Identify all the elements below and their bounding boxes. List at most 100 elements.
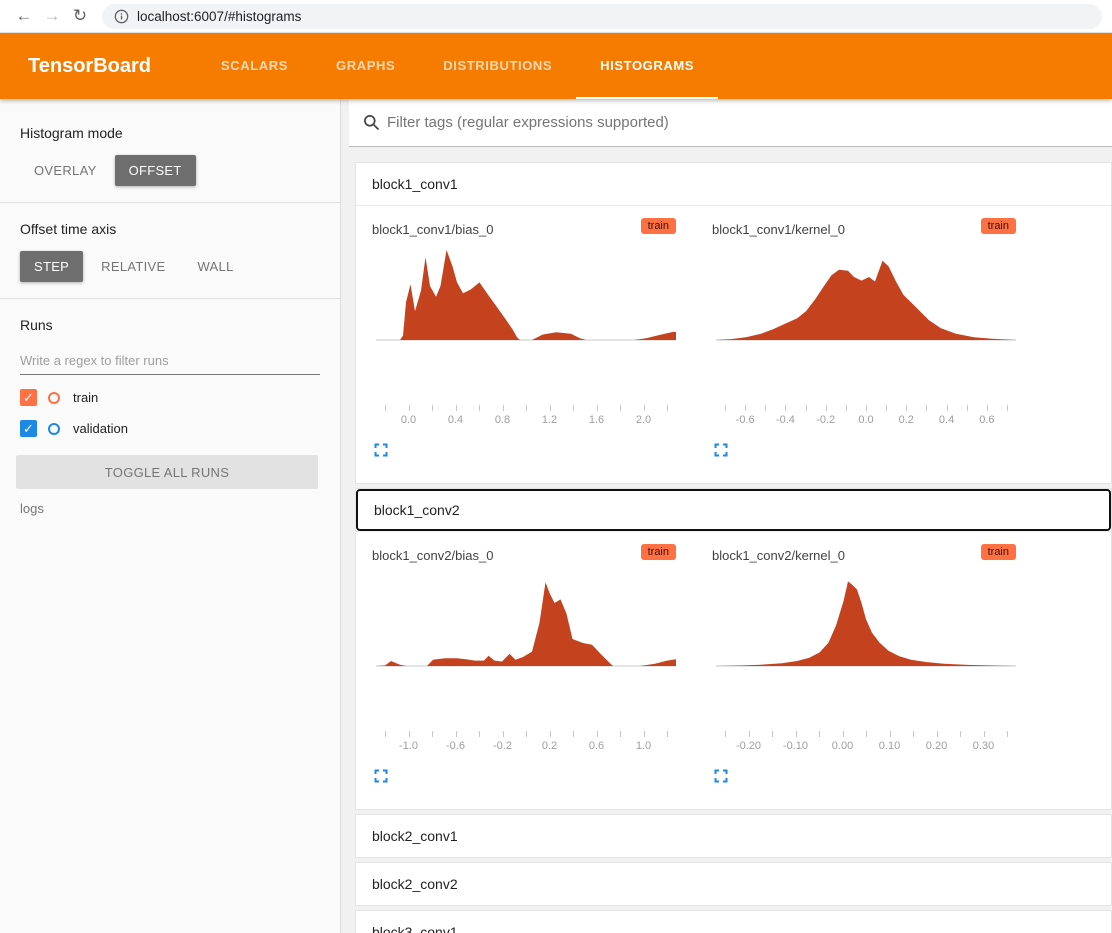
axis-tick: [573, 731, 574, 737]
page-info-icon[interactable]: [114, 9, 129, 24]
tab-histograms[interactable]: HISTOGRAMS: [576, 33, 719, 99]
url-text: localhost:6007/#histograms: [137, 8, 302, 24]
histogram-tile: block1_conv2/bias_0 train -1.0 -0.6 -0.2 0.2 0…: [356, 542, 696, 785]
axis-tick: [725, 405, 726, 411]
run-name-label: train: [73, 390, 99, 405]
tab-distributions[interactable]: DISTRIBUTIONS: [419, 33, 576, 99]
axis-tick: [866, 731, 867, 737]
axis-tick: [725, 731, 726, 737]
axis-tick: [946, 405, 948, 411]
runs-label: Runs: [20, 317, 53, 333]
axis-tick: [960, 731, 961, 737]
tag-filter-input[interactable]: [387, 114, 1112, 131]
chart-x-axis: -0.20 -0.10 0.00 0.10 0.20 0.30: [716, 731, 1016, 761]
address-bar[interactable]: localhost:6007/#histograms: [102, 3, 1102, 29]
axis-tick-label: 1.0: [635, 740, 652, 752]
run-checkbox-validation[interactable]: ✓: [20, 420, 37, 437]
tile-title: block1_conv2/bias_0: [372, 548, 494, 563]
run-badge: train: [980, 218, 1016, 234]
histogram-chart[interactable]: [716, 571, 1016, 667]
axis-tick: [573, 405, 574, 411]
axis-tick: [886, 405, 888, 411]
expand-chart-button[interactable]: [712, 441, 730, 459]
histogram-chart[interactable]: [376, 571, 676, 667]
axis-tick-label: -0.2: [816, 414, 836, 426]
check-icon: ✓: [23, 389, 34, 405]
axis-tick-label: -0.4: [775, 414, 795, 426]
offset-time-axis-option-wall[interactable]: WALL: [183, 251, 247, 282]
axis-tick-label: 0.6: [588, 740, 605, 752]
section-header-block3_conv1[interactable]: block3_conv1: [356, 911, 1111, 933]
run-color-circle-validation[interactable]: [48, 422, 60, 435]
axis-tick-label: 0.30: [972, 740, 995, 752]
axis-tick: [526, 405, 527, 411]
histogram-mode-option-offset[interactable]: OFFSET: [114, 155, 196, 186]
toggle-all-runs-button[interactable]: TOGGLE ALL RUNS: [16, 455, 318, 489]
axis-tick: [455, 731, 457, 737]
forward-icon[interactable]: →: [38, 6, 66, 26]
axis-tick: [983, 731, 985, 737]
run-badge: train: [980, 544, 1016, 560]
main-content: block1_conv1block1_conv1/bias_0train0.00…: [349, 99, 1112, 933]
axis-tick: [502, 405, 504, 411]
axis-tick: [596, 731, 598, 737]
tensorboard-logo: TensorBoard: [28, 54, 151, 77]
section-header-block2_conv2[interactable]: block2_conv2: [356, 863, 1111, 905]
histogram-chart[interactable]: [716, 245, 1016, 341]
axis-tick: [889, 731, 891, 737]
reload-icon[interactable]: ↻: [66, 6, 94, 26]
axis-tick: [432, 731, 433, 737]
axis-tick: [643, 731, 645, 737]
sidebar-scrollbar-gutter[interactable]: [341, 99, 349, 933]
chart-x-axis: 0.0 0.4 0.8 1.2 1.6 2.0: [376, 405, 676, 435]
axis-tick: [643, 405, 645, 411]
section-header-block2_conv1[interactable]: block2_conv1: [356, 815, 1111, 857]
axis-tick-label: 0.20: [925, 740, 948, 752]
search-icon: [364, 115, 380, 131]
axis-tick: [1007, 731, 1008, 737]
back-icon[interactable]: ←: [10, 6, 38, 26]
offset-time-axis-option-relative[interactable]: RELATIVE: [87, 251, 179, 282]
axis-tick-label: 0.00: [831, 740, 854, 752]
runs-section: Runs ✓ train ✓ validation TOGGLE ALL RUNS l…: [0, 299, 340, 532]
expand-chart-button[interactable]: [712, 767, 730, 785]
histogram-mode-option-overlay[interactable]: OVERLAY: [20, 155, 111, 186]
axis-tick: [795, 731, 797, 737]
axis-tick-label: 0.0: [400, 414, 417, 426]
axis-tick-label: -1.0: [399, 740, 418, 752]
axis-tick-label: -0.2: [493, 740, 512, 752]
fullscreen-icon: [374, 443, 388, 457]
axis-tick: [667, 405, 668, 411]
fullscreen-icon: [374, 769, 388, 783]
chart-x-axis: -0.6 -0.4 -0.2 0.0 0.2 0.4 0.6: [716, 405, 1016, 435]
section-body-block1_conv1: block1_conv1/bias_0 train 0.0 0.4 0.8 1.2 1.6 2…: [356, 205, 1111, 483]
runs-filter-input[interactable]: [20, 347, 320, 375]
axis-tick: [408, 731, 410, 737]
tile-header: block1_conv2/bias_0 train: [372, 544, 676, 563]
run-checkbox-train[interactable]: ✓: [20, 389, 37, 406]
axis-tick: [502, 731, 504, 737]
section-block1_conv2: block1_conv2 block1_conv2/bias_0 train -1.0…: [355, 488, 1112, 810]
section-header-block1_conv2[interactable]: block1_conv2: [356, 489, 1111, 531]
offset-time-axis-option-step[interactable]: STEP: [20, 251, 84, 282]
tile-title: block1_conv1/bias_0: [372, 222, 494, 237]
axis-tick: [1007, 405, 1008, 411]
tile-title: block1_conv1/kernel_0: [712, 222, 845, 237]
section-block1_conv1: block1_conv1 block1_conv1/bias_0 train 0.0 0…: [355, 162, 1112, 484]
axis-tick-label: 0.2: [541, 740, 558, 752]
axis-tick-label: -0.10: [782, 740, 809, 752]
histogram-chart[interactable]: [376, 245, 676, 341]
section-header-block1_conv1[interactable]: block1_conv1: [356, 163, 1111, 205]
tab-scalars[interactable]: SCALARS: [197, 33, 312, 99]
axis-tick-label: -0.20: [735, 740, 762, 752]
axis-tick-label: 2.0: [635, 414, 652, 426]
tag-filter-bar: [349, 99, 1112, 147]
fullscreen-icon: [714, 769, 728, 783]
expand-chart-button[interactable]: [372, 767, 390, 785]
axis-tick-label: 0.8: [494, 414, 511, 426]
expand-chart-button[interactable]: [372, 441, 390, 459]
fullscreen-icon: [714, 443, 728, 457]
tab-graphs[interactable]: GRAPHS: [312, 33, 419, 99]
tag-sections: block1_conv1 block1_conv1/bias_0 train 0.0 0…: [349, 147, 1112, 933]
run-color-circle-train[interactable]: [48, 391, 60, 404]
